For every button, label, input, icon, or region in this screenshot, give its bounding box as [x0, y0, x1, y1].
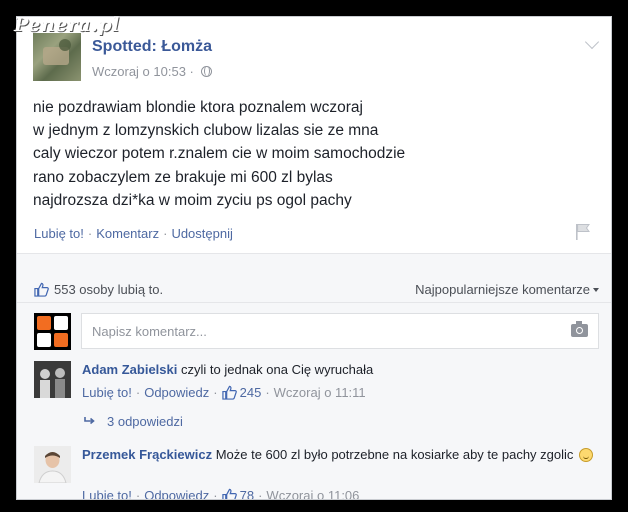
- comment-reply-link[interactable]: Odpowiedz: [144, 488, 209, 499]
- separator: ·: [213, 488, 218, 500]
- comment-link[interactable]: Komentarz: [96, 226, 159, 241]
- post-text-line: rano zobaczylem ze brakuje mi 600 zl byl…: [33, 168, 333, 186]
- timestamp-text[interactable]: Wczoraj o 10:53 ·: [92, 64, 194, 79]
- separator: ·: [265, 385, 270, 400]
- view-replies-link[interactable]: 3 odpowiedzi: [84, 414, 183, 429]
- replies-count[interactable]: 3 odpowiedzi: [107, 414, 183, 429]
- logo-block: [54, 316, 68, 330]
- divider: [17, 302, 611, 303]
- likes-count-text[interactable]: 553 osoby lubią to.: [54, 282, 163, 297]
- logo-block: [54, 333, 68, 347]
- comment-author[interactable]: Adam Zabielski: [82, 362, 177, 377]
- comment-reply-link[interactable]: Odpowiedz: [144, 385, 209, 400]
- separator: ·: [213, 385, 218, 400]
- separator: ·: [135, 488, 141, 500]
- post-text-line: caly wieczor potem r.znalem cie w moim s…: [33, 145, 406, 163]
- post-timestamp[interactable]: Wczoraj o 10:53 ·: [92, 64, 212, 79]
- comment-timestamp[interactable]: Wczoraj o 11:11: [274, 385, 366, 400]
- comment-body: Przemek Frąckiewicz Może te 600 zl było …: [82, 446, 599, 464]
- flag-icon[interactable]: [575, 223, 591, 241]
- comment-input[interactable]: [90, 323, 534, 340]
- comment-likes-count[interactable]: 78: [240, 488, 254, 499]
- share-link[interactable]: Udostępnij: [171, 226, 232, 241]
- smile-emoji-icon: [579, 448, 594, 462]
- avatar-photo-icon: [34, 361, 71, 398]
- reply-arrow-icon: [84, 417, 95, 425]
- post-text-line: najdrozsza dzi*ka w moim zyciu ps ogol p…: [33, 191, 352, 209]
- logo-block: [37, 316, 51, 330]
- sort-comments-dropdown[interactable]: Najpopularniejsze komentarze: [415, 282, 599, 297]
- post: Spotted: Łomża Wczoraj o 10:53 · nie poz…: [17, 17, 611, 257]
- commenter-avatar[interactable]: [34, 361, 71, 398]
- avatar-photo-icon: [34, 446, 71, 483]
- chevron-down-icon[interactable]: [584, 34, 600, 50]
- comment: Przemek Frąckiewicz Może te 600 zl było …: [34, 446, 599, 500]
- camera-icon[interactable]: [571, 321, 588, 337]
- comment-text: Może te 600 zl było potrzebne na kosiark…: [215, 447, 574, 462]
- separator: ·: [163, 226, 168, 241]
- facebook-post-card: Spotted: Łomża Wczoraj o 10:53 · nie poz…: [16, 16, 612, 500]
- comment-author[interactable]: Przemek Frąckiewicz: [82, 447, 212, 462]
- thumbs-up-icon: [34, 282, 49, 297]
- caret-down-icon: [593, 288, 599, 292]
- comment-like-link[interactable]: Lubię to!: [82, 488, 132, 499]
- separator: ·: [135, 385, 141, 400]
- watermark: Penera.pl: [14, 14, 120, 36]
- comment-meta: Lubię to! · Odpowiedz · 245 · Wczoraj o 11:11: [82, 385, 366, 400]
- thumbs-up-icon: [221, 385, 237, 400]
- post-actions: Lubię to! · Komentarz · Udostępnij: [34, 226, 233, 241]
- comment-timestamp[interactable]: Wczoraj o 11:06: [266, 488, 359, 499]
- comment-body: Adam Zabielski czyli to jednak ona Cię w…: [82, 361, 599, 379]
- page-name[interactable]: Spotted: Łomża: [92, 38, 212, 56]
- logo-block: [37, 333, 51, 347]
- separator: ·: [258, 488, 263, 500]
- globe-icon: [200, 66, 212, 77]
- post-text: nie pozdrawiam blondie ktora poznalem wc…: [33, 96, 595, 212]
- commenter-avatar[interactable]: [34, 446, 71, 483]
- thumbs-up-icon: [221, 488, 237, 499]
- separator: ·: [87, 226, 93, 241]
- comments-section: 553 osoby lubią to. Najpopularniejsze ko…: [17, 254, 611, 499]
- sort-label[interactable]: Najpopularniejsze komentarze: [415, 282, 590, 297]
- like-link[interactable]: Lubię to!: [34, 226, 84, 241]
- comment-text: czyli to jednak ona Cię wyruchała: [181, 362, 374, 377]
- post-text-line: w jednym z lomzynskich clubow lizalas si…: [33, 122, 379, 140]
- comment-like-link[interactable]: Lubię to!: [82, 385, 132, 400]
- comment-input-box[interactable]: [81, 313, 599, 349]
- comment-likes-count[interactable]: 245: [240, 385, 262, 400]
- post-text-line: nie pozdrawiam blondie ktora poznalem wc…: [33, 99, 363, 116]
- current-user-avatar: [34, 313, 71, 350]
- comment-meta: Lubię to! · Odpowiedz · 78 · Wczoraj o 11:06: [82, 488, 359, 500]
- likes-summary[interactable]: 553 osoby lubią to.: [34, 282, 163, 297]
- comment: Adam Zabielski czyli to jednak ona Cię w…: [34, 361, 599, 441]
- page-avatar[interactable]: [33, 33, 81, 81]
